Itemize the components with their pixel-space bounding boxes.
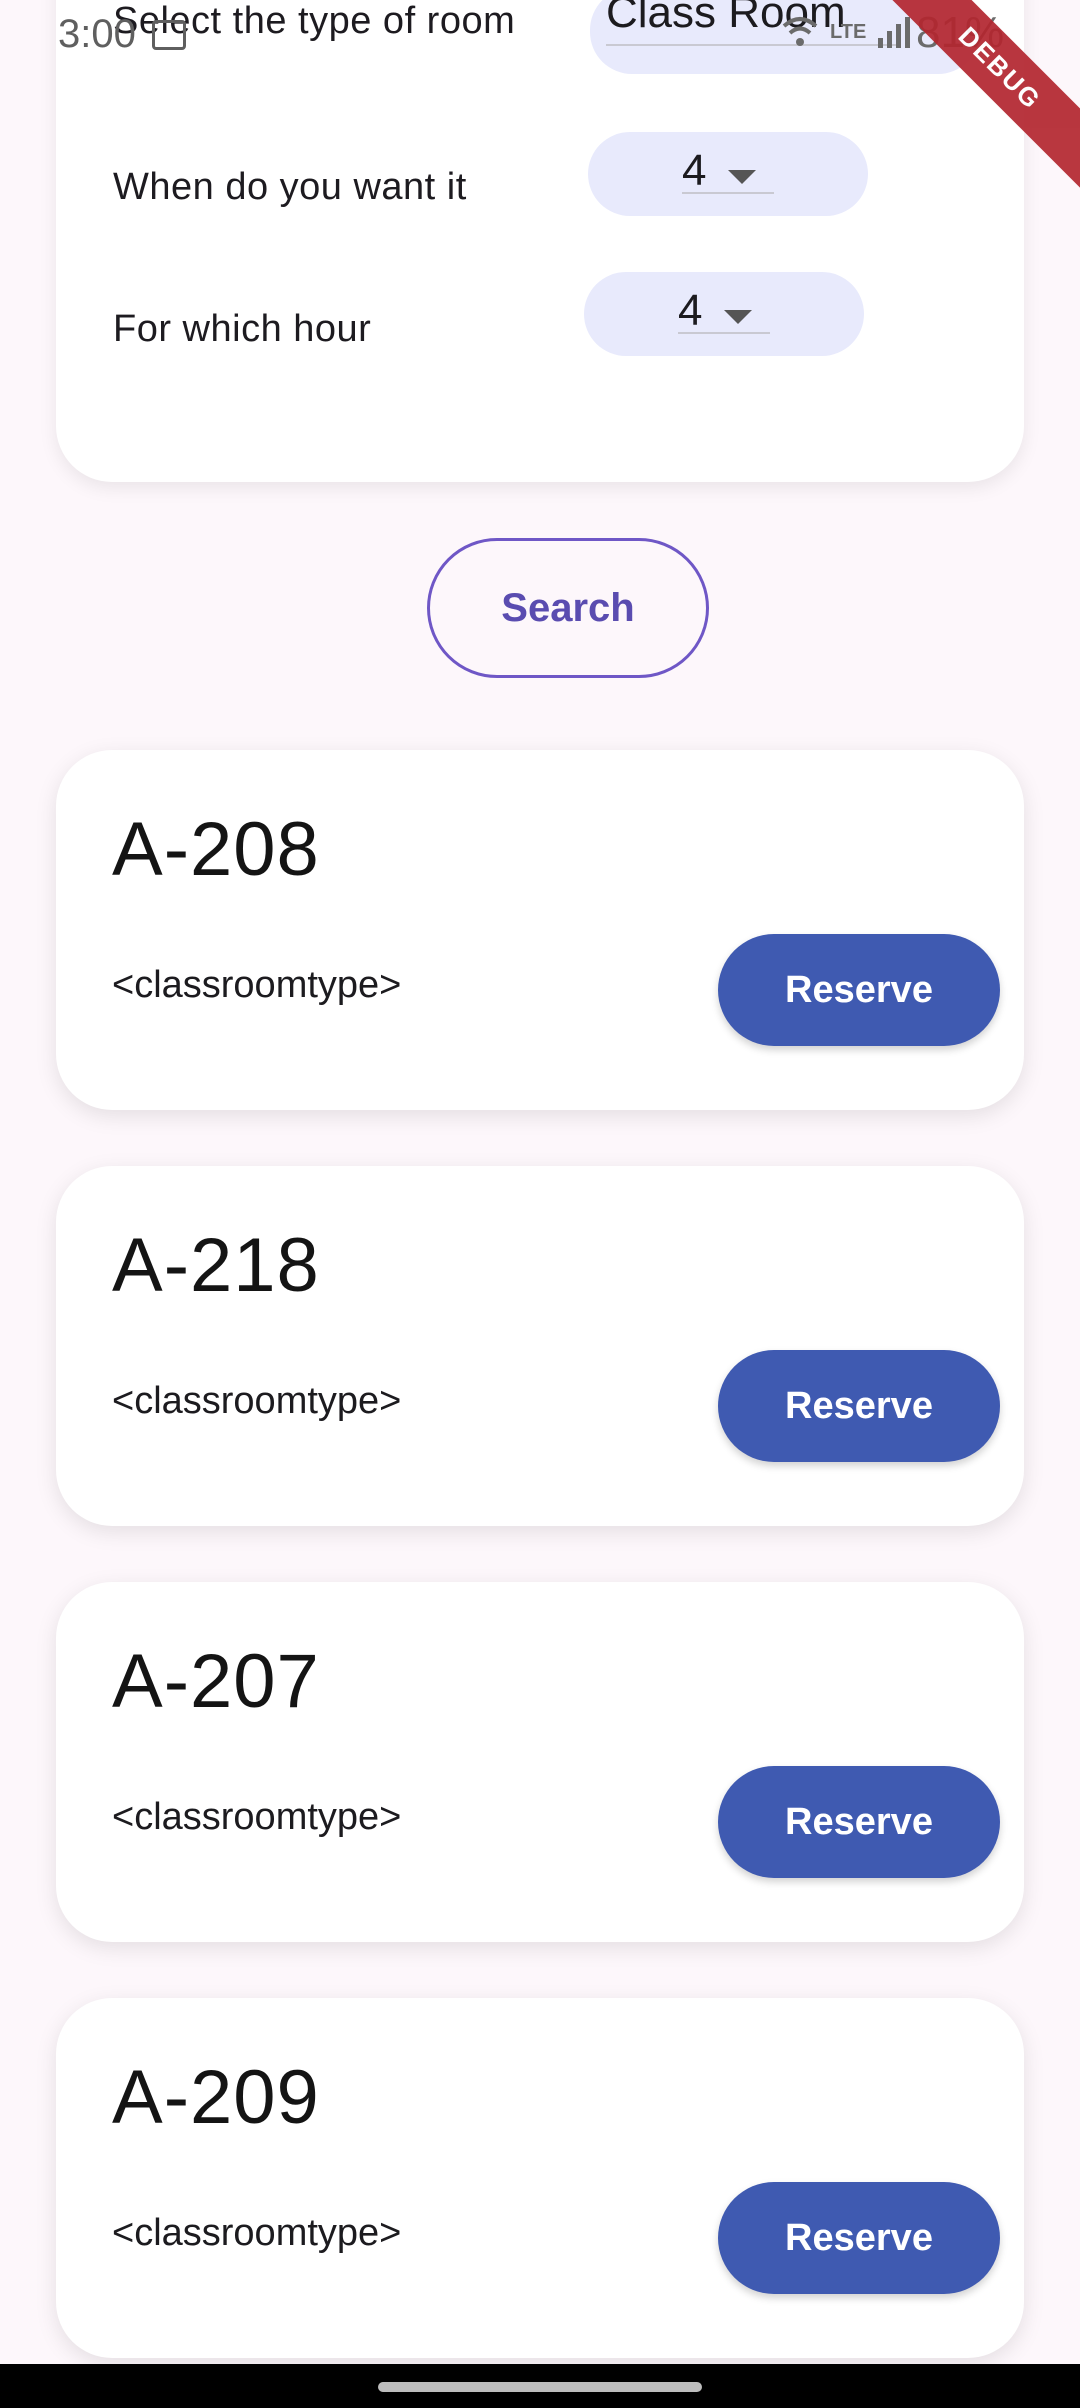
hour-dropdown[interactable]: 4	[584, 272, 864, 356]
wifi-icon	[782, 17, 818, 46]
room-name: A-208	[112, 807, 320, 892]
hour-value: 4	[678, 286, 703, 335]
room-type: <classroomtype>	[112, 1796, 402, 1838]
status-icons: LTE	[780, 6, 912, 58]
hour-label: For which hour	[113, 308, 372, 350]
home-handle[interactable]	[378, 2382, 702, 2392]
lte-label: LTE	[830, 20, 867, 43]
gallery-icon	[152, 20, 186, 50]
room-type: <classroomtype>	[112, 1380, 402, 1422]
status-time: 3:00	[58, 12, 136, 56]
reserve-button[interactable]: Reserve	[718, 1766, 1000, 1878]
reserve-button[interactable]: Reserve	[718, 1350, 1000, 1462]
when-dropdown[interactable]: 4	[588, 132, 868, 216]
reserve-button[interactable]: Reserve	[718, 934, 1000, 1046]
chevron-down-icon	[724, 310, 752, 324]
signal-icon	[878, 17, 911, 48]
room-type: <classroomtype>	[112, 964, 402, 1006]
room-type: <classroomtype>	[112, 2212, 402, 2254]
room-name: A-218	[112, 1223, 320, 1308]
room-card: A-218 <classroomtype> Reserve	[56, 1166, 1024, 1526]
room-name: A-209	[112, 2055, 320, 2140]
search-button[interactable]: Search	[427, 538, 709, 678]
room-card: A-207 <classroomtype> Reserve	[56, 1582, 1024, 1942]
room-card: A-208 <classroomtype> Reserve	[56, 750, 1024, 1110]
reserve-button[interactable]: Reserve	[718, 2182, 1000, 2294]
room-card: A-209 <classroomtype> Reserve	[56, 1998, 1024, 2358]
when-value: 4	[682, 146, 707, 195]
chevron-down-icon	[728, 170, 756, 184]
when-label: When do you want it	[113, 166, 467, 208]
room-name: A-207	[112, 1639, 320, 1724]
